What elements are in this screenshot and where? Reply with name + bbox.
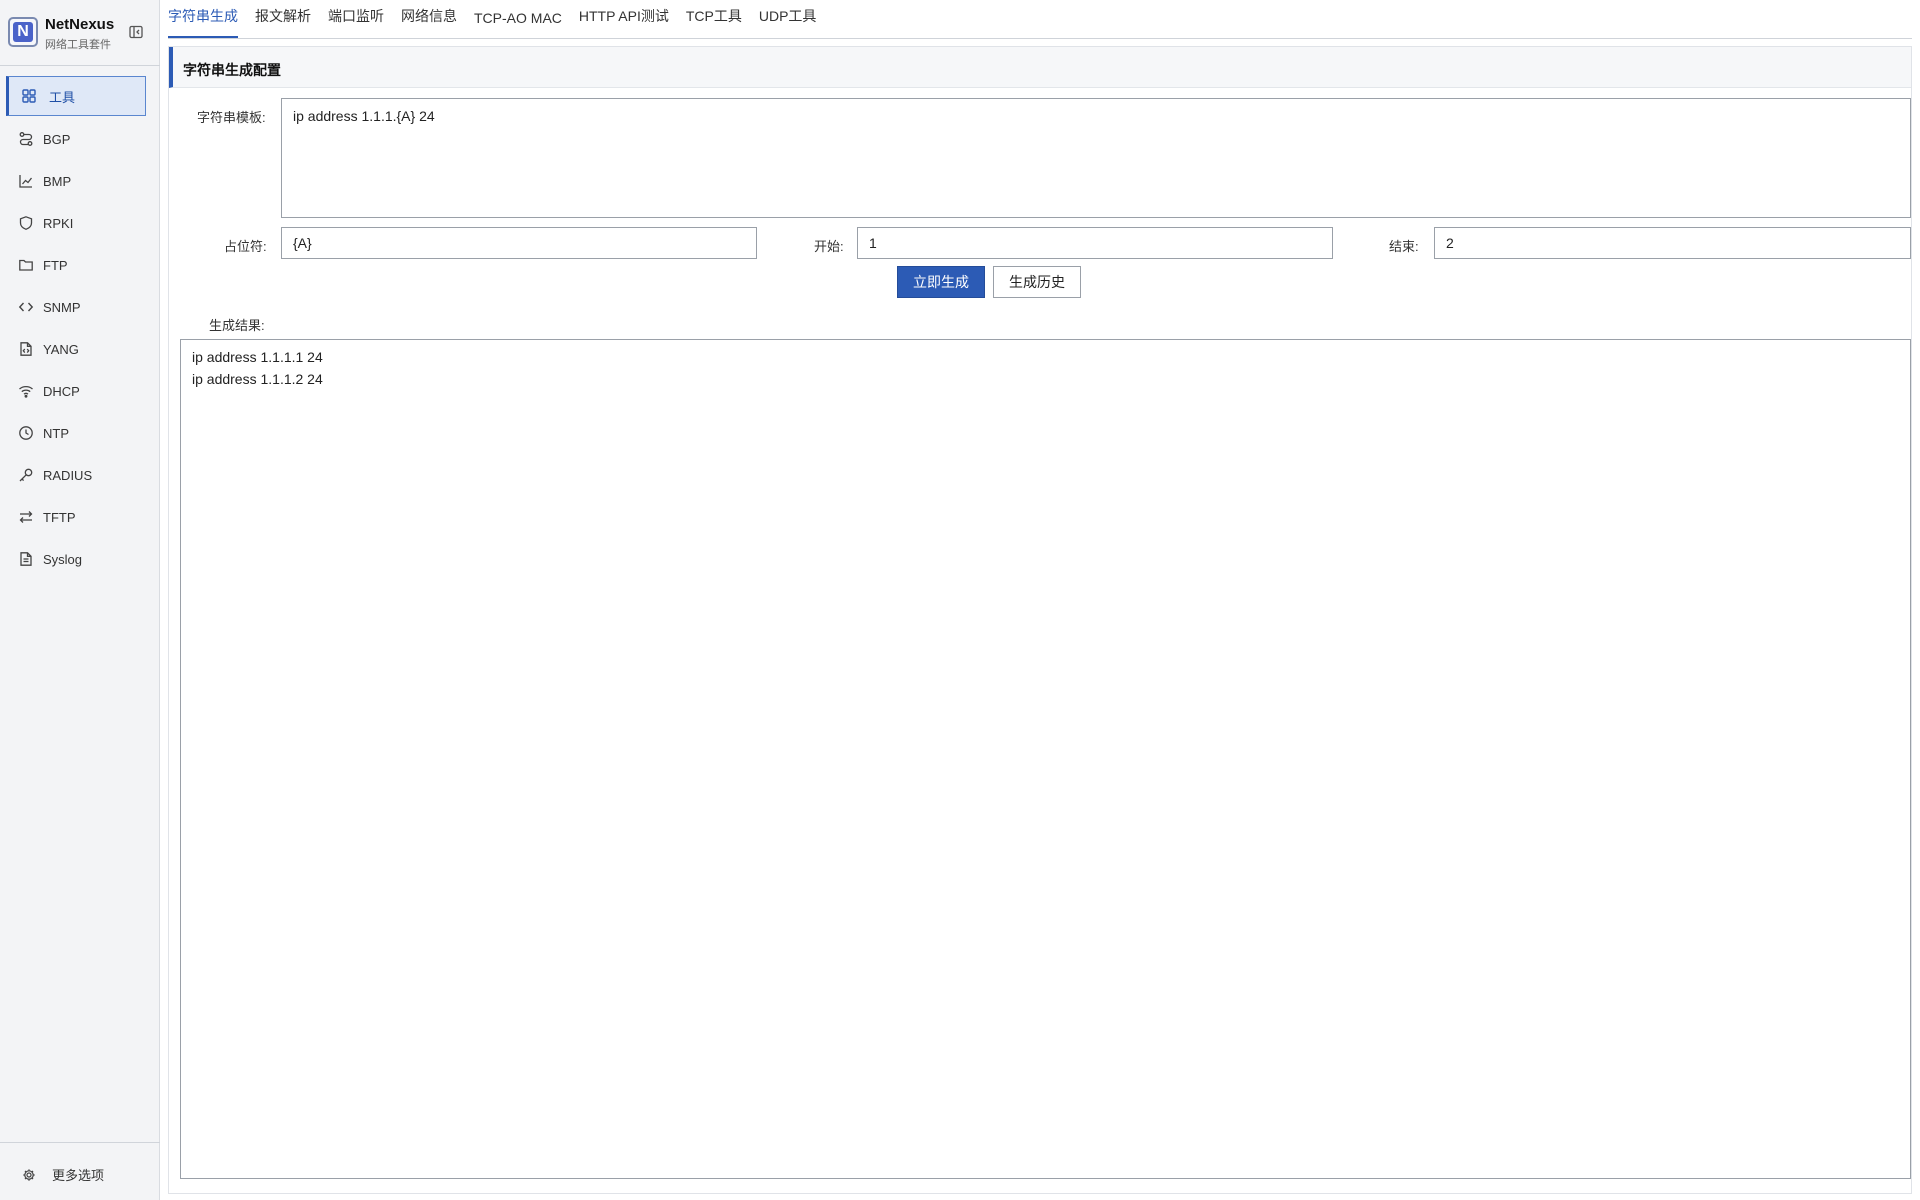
sidebar-item-snmp[interactable]: SNMP	[0, 286, 160, 328]
start-input[interactable]	[857, 227, 1333, 259]
generate-button[interactable]: 立即生成	[897, 266, 985, 298]
brand-header: N NetNexus 网络工具套件	[0, 0, 160, 66]
sidebar-item-syslog[interactable]: Syslog	[0, 538, 160, 580]
sidebar-item-label: Syslog	[43, 551, 83, 567]
tab-tcp-ao-mac[interactable]: TCP-AO MAC	[474, 10, 562, 38]
sidebar-item-rpki[interactable]: RPKI	[0, 202, 160, 244]
sidebar-item-label: RADIUS	[43, 467, 93, 483]
sidebar-item-label: FTP	[43, 257, 68, 273]
route-icon	[18, 131, 34, 147]
end-label: 结束:	[1389, 239, 1419, 254]
sidebar-item-label: DHCP	[43, 383, 80, 399]
sidebar-item-radius[interactable]: RADIUS	[0, 454, 160, 496]
sidebar-item-bmp[interactable]: BMP	[0, 160, 160, 202]
tab-port-listener[interactable]: 端口监听	[328, 6, 384, 38]
file-code-icon	[18, 341, 34, 357]
sidebar-item-label: BMP	[43, 173, 72, 189]
sidebar-item-ftp[interactable]: FTP	[0, 244, 160, 286]
gear-icon	[22, 1168, 36, 1182]
sidebar-item-dhcp[interactable]: DHCP	[0, 370, 160, 412]
tab-http-api-test[interactable]: HTTP API测试	[579, 6, 669, 38]
history-button[interactable]: 生成历史	[993, 266, 1081, 298]
grid-icon	[21, 88, 37, 104]
result-output[interactable]: ip address 1.1.1.1 24 ip address 1.1.1.2…	[180, 339, 1911, 1179]
sidebar-item-label: TFTP	[43, 509, 76, 525]
placeholder-label: 占位符:	[224, 239, 267, 254]
transfer-icon	[18, 509, 34, 525]
sidebar-item-tools[interactable]: 工具	[6, 76, 146, 116]
sidebar-item-label: BGP	[43, 131, 71, 147]
sidebar-item-label: 工具	[49, 89, 76, 105]
more-options-label: 更多选项	[52, 1168, 105, 1183]
code-icon	[18, 299, 34, 315]
sidebar-footer: 更多选项	[0, 1142, 160, 1200]
sidebar-item-label: YANG	[43, 341, 79, 357]
sidebar-item-label: SNMP	[43, 299, 81, 315]
sidebar-item-yang[interactable]: YANG	[0, 328, 160, 370]
sidebar-nav: 工具 BGP BMP RPKI FTP SNMP YANG DHCP NTP R…	[0, 76, 160, 580]
document-icon	[18, 551, 34, 567]
key-icon	[18, 467, 34, 483]
sidebar-item-tftp[interactable]: TFTP	[0, 496, 160, 538]
tab-network-info[interactable]: 网络信息	[401, 6, 457, 38]
tab-tcp-tools[interactable]: TCP工具	[686, 6, 742, 38]
placeholder-input[interactable]	[281, 227, 757, 259]
wifi-icon	[18, 383, 34, 399]
tab-bar: 字符串生成 报文解析 端口监听 网络信息 TCP-AO MAC HTTP API…	[168, 0, 1912, 39]
sidebar-collapse-icon[interactable]	[128, 24, 144, 40]
panel-header: 字符串生成配置	[169, 47, 1911, 88]
chart-icon	[18, 173, 34, 189]
sidebar-item-label: NTP	[43, 425, 69, 441]
sidebar-item-ntp[interactable]: NTP	[0, 412, 160, 454]
app-logo: N	[8, 17, 38, 47]
sidebar: N NetNexus 网络工具套件 工具 BGP BMP RPKI FTP SN…	[0, 0, 160, 1200]
tab-udp-tools[interactable]: UDP工具	[759, 6, 817, 38]
app-subtitle: 网络工具套件	[45, 39, 111, 51]
sidebar-item-label: RPKI	[43, 215, 74, 231]
result-line: ip address 1.1.1.1 24	[192, 349, 323, 365]
tab-packet-parser[interactable]: 报文解析	[255, 6, 311, 38]
string-generator-panel: 字符串生成配置 字符串模板: 占位符: 开始: 结束: 立即生成 生成历史 生成…	[168, 46, 1912, 1194]
logo-letter: N	[13, 22, 33, 42]
app-name: NetNexus	[45, 16, 115, 33]
tab-string-generator[interactable]: 字符串生成	[168, 6, 238, 38]
shield-icon	[18, 215, 34, 231]
clock-icon	[18, 425, 34, 441]
folder-icon	[18, 257, 34, 273]
result-line: ip address 1.1.1.2 24	[192, 371, 323, 387]
panel-title: 字符串生成配置	[183, 62, 281, 78]
more-options-button[interactable]: 更多选项	[22, 1165, 104, 1184]
template-input[interactable]	[281, 98, 1911, 218]
end-input[interactable]	[1434, 227, 1911, 259]
sidebar-item-bgp[interactable]: BGP	[0, 118, 160, 160]
template-label: 字符串模板:	[197, 110, 266, 125]
start-label: 开始:	[814, 239, 844, 254]
result-label: 生成结果:	[209, 318, 265, 333]
